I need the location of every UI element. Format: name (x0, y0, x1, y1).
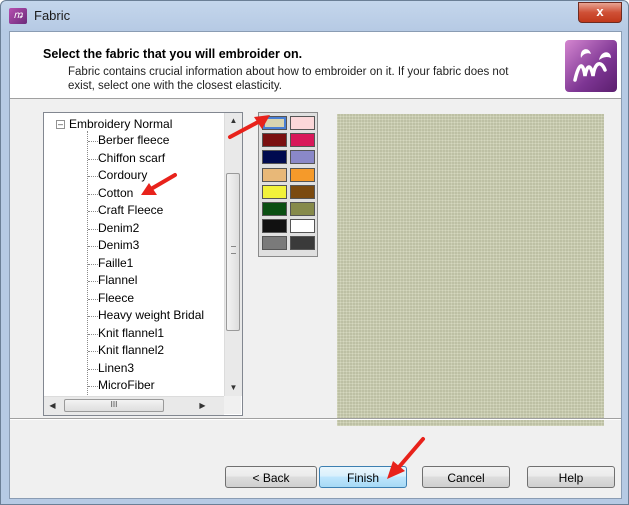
fabric-preview (337, 114, 604, 426)
tree-item[interactable]: Faille1 (98, 255, 133, 272)
tree-item[interactable]: Cotton (98, 185, 133, 202)
color-swatch[interactable] (290, 167, 315, 182)
color-swatch[interactable] (290, 202, 315, 216)
tree-item[interactable]: MicroFiber (98, 377, 155, 394)
color-swatch[interactable] (290, 219, 315, 234)
tree-item[interactable]: Craft Fleece (98, 202, 163, 219)
tree-item[interactable]: Linen3 (98, 360, 134, 377)
chevron-down-icon[interactable]: ▼ (225, 380, 242, 396)
title-bar[interactable]: ꬺ Fabric x (1, 1, 628, 31)
tree-root-label[interactable]: Embroidery Normal (69, 117, 172, 131)
dialog-body: Select the fabric that you will embroide… (9, 31, 622, 499)
tree-connector-line (88, 368, 98, 370)
tree-vertical-scrollbar[interactable]: ▲ ▼ (224, 113, 242, 396)
color-swatch[interactable] (262, 202, 287, 216)
tree-connector-line (88, 158, 98, 160)
chevron-up-icon[interactable]: ▲ (225, 113, 242, 129)
tree-connector-line (88, 351, 98, 352)
color-swatch[interactable] (290, 133, 315, 148)
cancel-button[interactable]: Cancel (422, 466, 510, 488)
tree-item[interactable]: Denim3 (98, 237, 139, 254)
tree-item[interactable]: Fleece (98, 290, 134, 307)
tree-item[interactable]: Berber fleece (98, 132, 169, 149)
tree-connector-line (88, 246, 98, 247)
color-swatch[interactable] (262, 184, 287, 199)
tree-connector-line (88, 386, 98, 387)
app-logo-icon: ꬺ (9, 8, 27, 24)
color-swatch[interactable] (290, 150, 315, 165)
tree-item[interactable]: Knit flannel2 (98, 342, 164, 359)
color-swatch[interactable] (290, 236, 315, 251)
tree-hscroll-thumb[interactable]: III (64, 399, 164, 412)
tree-connector-line (88, 176, 98, 177)
tree-connector-line (88, 333, 98, 335)
tree-item[interactable]: Knit flannel1 (98, 325, 164, 342)
header-panel: Select the fabric that you will embroide… (10, 32, 621, 99)
tree-connector-line (88, 141, 98, 142)
tree-connector-line (88, 281, 98, 282)
grip-icon (231, 246, 236, 254)
tree-item[interactable]: Heavy weight Bridal (98, 307, 204, 324)
color-swatch[interactable] (262, 219, 287, 234)
footer-divider (10, 418, 621, 420)
finish-button[interactable]: Finish (319, 466, 407, 488)
close-button[interactable]: x (578, 2, 622, 23)
fabric-dialog: ꬺ Fabric x Select the fabric that you wi… (0, 0, 629, 505)
tree-connector-line (88, 228, 98, 230)
tree-item[interactable]: Chiffon scarf (98, 150, 165, 167)
tree-scroll-thumb[interactable] (226, 173, 240, 331)
tree-item[interactable]: Flannel (98, 272, 137, 289)
chevron-right-icon[interactable]: ▶ (194, 398, 211, 414)
color-swatch[interactable] (290, 184, 315, 199)
tree-connector-line (88, 263, 98, 265)
content-area: – Embroidery Normal Berber fleece Chiffon… (10, 99, 621, 426)
brand-logo-icon (565, 40, 617, 92)
tree-connector-line (88, 298, 98, 300)
color-swatch[interactable] (262, 150, 287, 165)
help-button[interactable]: Help (527, 466, 615, 488)
window-title: Fabric (34, 8, 71, 23)
collapse-icon[interactable]: – (56, 120, 65, 129)
scrollbar-corner (224, 396, 241, 414)
tree-connector-line (88, 211, 98, 212)
tree-item[interactable]: Denim2 (98, 220, 139, 237)
tree-horizontal-scrollbar[interactable]: ◀ III ▶ (44, 396, 224, 415)
fabric-tree[interactable]: – Embroidery Normal Berber fleece Chiffon… (43, 112, 243, 416)
color-swatch[interactable] (262, 236, 287, 251)
tree-connector-line (88, 193, 98, 195)
page-description: Fabric contains crucial information abou… (68, 66, 509, 92)
back-button[interactable]: < Back (225, 466, 317, 488)
color-swatch[interactable] (262, 167, 287, 182)
color-swatch[interactable] (290, 116, 315, 130)
color-palette (258, 112, 318, 257)
tree-connector-line (88, 316, 98, 317)
page-title: Select the fabric that you will embroide… (43, 47, 303, 61)
fabric-tree-list: – Embroidery Normal Berber fleece Chiffon… (44, 113, 224, 396)
chevron-left-icon[interactable]: ◀ (44, 398, 61, 414)
tree-item[interactable]: Cordoury (98, 167, 147, 184)
color-swatch[interactable] (262, 116, 287, 130)
color-swatch[interactable] (262, 133, 287, 148)
